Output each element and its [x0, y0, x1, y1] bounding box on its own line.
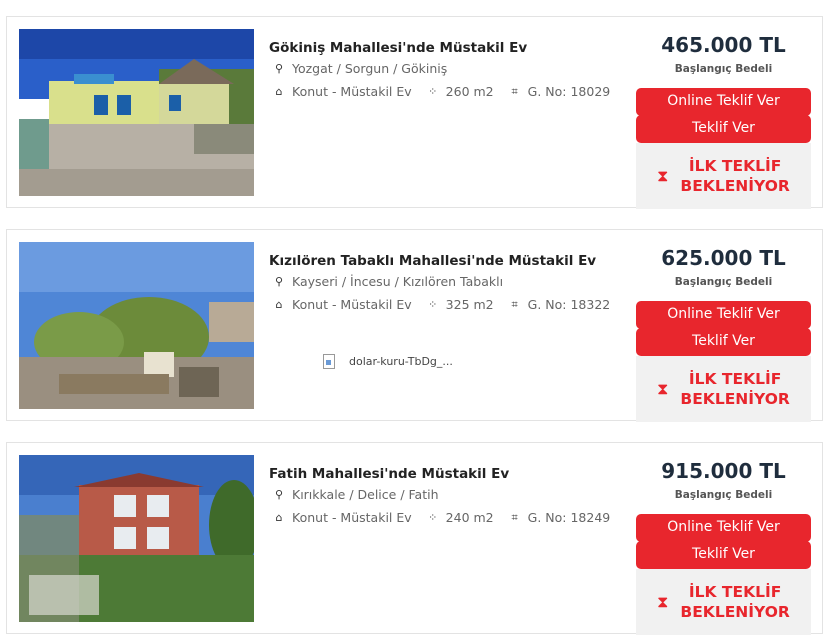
- broken-image-alt: dolar-kuru-TbDg_...: [349, 355, 453, 368]
- location-text: Kırıkkale / Delice / Fatih: [292, 487, 439, 502]
- online-offer-button[interactable]: Online Teklif Ver: [636, 514, 811, 542]
- price-label: Başlangıç Bedeli: [674, 489, 773, 501]
- listing-price: 915.000 TL: [661, 459, 786, 483]
- location-pin-icon: ⚲: [274, 275, 284, 288]
- area-expand-icon: ⁘: [428, 298, 438, 311]
- house-icon: ⌂: [275, 85, 283, 98]
- price-label: Başlangıç Bedeli: [674, 63, 773, 75]
- listing-meta: ⌂ Konut - Müstakil Ev ⁘ 260 m2 ⌗ G. No: 180…: [272, 84, 624, 99]
- parcel-icon: ⌗: [511, 297, 518, 311]
- hourglass-icon: ⧗: [657, 592, 669, 611]
- listing-price: 465.000 TL: [661, 33, 786, 57]
- gno-text: G. No: 18322: [527, 297, 611, 312]
- listing-meta: ⌂ Konut - Müstakil Ev ⁘ 240 m2 ⌗ G. No: 182…: [272, 510, 624, 525]
- house-icon: ⌂: [275, 298, 283, 311]
- listing-photo[interactable]: [19, 242, 254, 409]
- house-photo: [19, 242, 254, 409]
- waiting-line2: BEKLENİYOR: [680, 603, 790, 621]
- area-expand-icon: ⁘: [428, 511, 438, 524]
- location-pin-icon: ⚲: [274, 62, 284, 75]
- gno-text: G. No: 18029: [527, 84, 611, 99]
- type-text: Konut - Müstakil Ev: [292, 510, 412, 525]
- first-offer-waiting: ⧗ İLK TEKLİF BEKLENİYOR: [636, 569, 811, 635]
- broken-image-icon: [323, 354, 335, 369]
- house-icon: ⌂: [275, 511, 283, 524]
- area-text: 325 m2: [445, 297, 494, 312]
- offer-button[interactable]: Teklif Ver: [636, 328, 811, 356]
- area-text: 240 m2: [445, 510, 494, 525]
- house-photo: [19, 29, 254, 196]
- waiting-line1: İLK TEKLİF: [688, 370, 782, 388]
- first-offer-waiting: ⧗ İLK TEKLİF BEKLENİYOR: [636, 356, 811, 422]
- type-text: Konut - Müstakil Ev: [292, 297, 412, 312]
- offer-button[interactable]: Teklif Ver: [636, 115, 811, 143]
- location-text: Kayseri / İncesu / Kızılören Tabaklı: [292, 274, 504, 289]
- location-pin-icon: ⚲: [274, 488, 284, 501]
- offer-button[interactable]: Teklif Ver: [636, 541, 811, 569]
- area-expand-icon: ⁘: [428, 85, 438, 98]
- parcel-icon: ⌗: [511, 84, 518, 98]
- house-photo: [19, 455, 254, 622]
- online-offer-button[interactable]: Online Teklif Ver: [636, 88, 811, 116]
- listing-price: 625.000 TL: [661, 246, 786, 270]
- waiting-line1: İLK TEKLİF: [688, 157, 782, 175]
- waiting-line1: İLK TEKLİF: [688, 583, 782, 601]
- listing-title[interactable]: Gökiniş Mahallesi'nde Müstakil Ev: [269, 40, 527, 56]
- online-offer-button[interactable]: Online Teklif Ver: [636, 301, 811, 329]
- listing-meta: ⌂ Konut - Müstakil Ev ⁘ 325 m2 ⌗ G. No: 183…: [272, 297, 624, 312]
- listing-location: ⚲ Kayseri / İncesu / Kızılören Tabaklı: [272, 274, 503, 289]
- location-text: Yozgat / Sorgun / Gökiniş: [292, 61, 448, 76]
- gno-text: G. No: 18249: [527, 510, 611, 525]
- waiting-line2: BEKLENİYOR: [680, 177, 790, 195]
- listing-card: Gökiniş Mahallesi'nde Müstakil Ev ⚲ Yozg…: [6, 16, 823, 209]
- listing-location: ⚲ Kırıkkale / Delice / Fatih: [272, 487, 439, 502]
- hourglass-icon: ⧗: [657, 379, 669, 398]
- waiting-line2: BEKLENİYOR: [680, 390, 790, 408]
- listing-title[interactable]: Fatih Mahallesi'nde Müstakil Ev: [269, 466, 509, 482]
- type-text: Konut - Müstakil Ev: [292, 84, 412, 99]
- parcel-icon: ⌗: [511, 510, 518, 524]
- listing-card: Fatih Mahallesi'nde Müstakil Ev ⚲ Kırıkk…: [6, 442, 823, 635]
- listing-location: ⚲ Yozgat / Sorgun / Gökiniş: [272, 61, 447, 76]
- listing-title[interactable]: Kızılören Tabaklı Mahallesi'nde Müstakil…: [269, 253, 596, 269]
- listing-photo[interactable]: [19, 455, 254, 622]
- broken-image: dolar-kuru-TbDg_...: [323, 354, 453, 369]
- first-offer-waiting: ⧗ İLK TEKLİF BEKLENİYOR: [636, 143, 811, 209]
- listing-photo[interactable]: [19, 29, 254, 196]
- listing-card: Kızılören Tabaklı Mahallesi'nde Müstakil…: [6, 229, 823, 422]
- hourglass-icon: ⧗: [657, 166, 669, 185]
- area-text: 260 m2: [445, 84, 494, 99]
- price-label: Başlangıç Bedeli: [674, 276, 773, 288]
